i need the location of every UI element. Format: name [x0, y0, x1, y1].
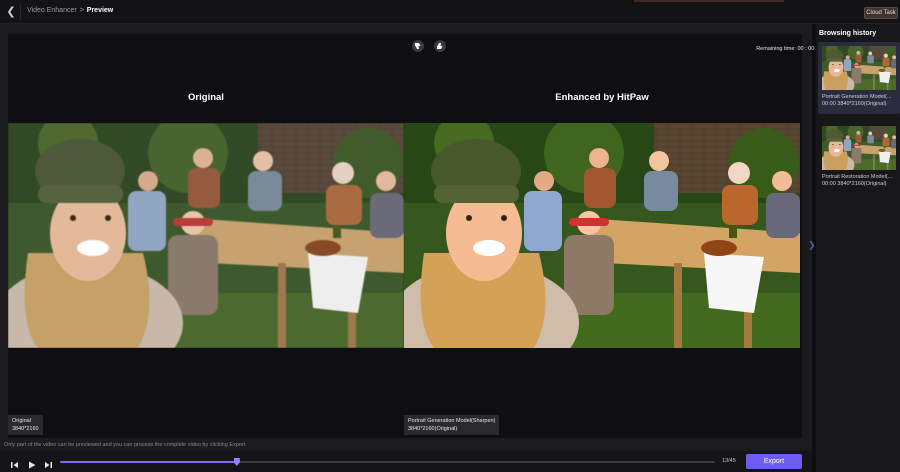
timeline-slider[interactable]	[60, 458, 715, 466]
back-button[interactable]: ❮	[4, 5, 18, 19]
thumbs-up-button[interactable]	[434, 40, 446, 52]
play-button[interactable]	[27, 457, 37, 469]
breadcrumb-video-enhancer[interactable]: Video Enhancer	[27, 7, 77, 14]
export-button[interactable]: Export	[746, 454, 802, 469]
enhanced-title: Enhanced by HitPaw	[555, 92, 649, 103]
history-item-meta: 00:00 3840*2160(Original)	[822, 181, 887, 187]
original-tag-resolution: 3840*2160	[12, 426, 39, 432]
skip-back-icon	[11, 462, 18, 468]
history-item-meta: 00:00 3840*2160(Original)	[822, 101, 887, 107]
original-preview-image	[8, 123, 404, 348]
player-controls: 13/45 Export	[0, 451, 812, 472]
browsing-history-sidebar: Browsing history Portrait Generation Mod…	[816, 24, 900, 472]
history-item[interactable]: Portrait Restoration Model(... 00:00 384…	[818, 122, 900, 194]
history-item-name: Portrait Generation Model(...	[822, 94, 892, 100]
preview-note: Only part of the video can be previewed …	[4, 442, 247, 448]
breadcrumb-separator-icon: >	[79, 7, 84, 14]
top-bar: ❮ Video Enhancer > Preview Cloud Task	[0, 0, 900, 24]
next-frame-button[interactable]	[43, 457, 53, 468]
thumbs-up-icon	[437, 43, 443, 49]
skip-forward-icon	[45, 462, 52, 468]
previous-frame-button[interactable]	[10, 457, 20, 468]
sidebar-toggle-button[interactable]: ❯	[808, 240, 816, 260]
enhanced-tag-resolution: 3840*2160(Original)	[408, 426, 458, 432]
chevron-left-icon: ❮	[6, 6, 16, 18]
history-thumbnail	[822, 126, 896, 170]
enhanced-info-tag: Portrait Generation Model(Sharpen) 3840*…	[404, 415, 500, 435]
enhanced-preview-image	[404, 123, 800, 348]
top-decoration	[634, 0, 784, 2]
thumbs-down-button[interactable]	[412, 40, 424, 52]
history-thumbnail	[822, 46, 896, 90]
timeline-handle[interactable]	[233, 458, 240, 466]
thumbs-down-icon	[415, 43, 421, 49]
divider	[20, 4, 21, 20]
history-item-name: Portrait Restoration Model(...	[822, 174, 893, 180]
chevron-right-icon: ❯	[808, 240, 816, 250]
original-info-tag: Original 3840*2160	[8, 415, 43, 435]
enhanced-tag-model: Portrait Generation Model(Sharpen)	[408, 418, 496, 424]
original-tag-label: Original	[12, 418, 31, 424]
cloud-task-button[interactable]: Cloud Task	[864, 7, 898, 19]
original-title: Original	[188, 92, 224, 103]
history-item[interactable]: Portrait Generation Model(... 00:00 3840…	[818, 42, 900, 114]
breadcrumb-preview: Preview	[86, 7, 114, 14]
play-icon	[29, 461, 36, 469]
breadcrumb: Video Enhancer > Preview	[27, 7, 113, 14]
frame-counter: 13/45	[722, 458, 736, 464]
timeline-progress	[60, 461, 237, 463]
sidebar-title: Browsing history	[819, 30, 877, 37]
